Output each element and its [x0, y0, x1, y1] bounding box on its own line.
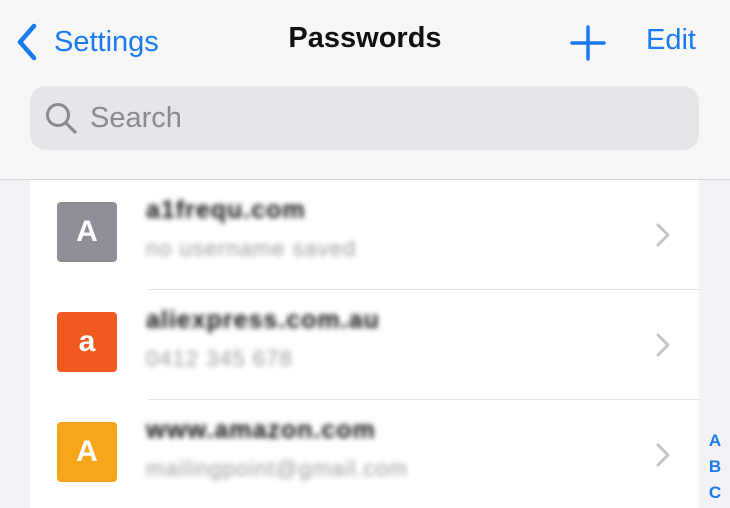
site-icon-letter: A	[76, 435, 98, 468]
site-icon-letter: A	[76, 215, 98, 248]
search-icon	[46, 103, 77, 134]
search-bar[interactable]	[30, 86, 699, 150]
chevron-right-icon	[656, 223, 670, 247]
index-letter-a[interactable]: A	[709, 428, 721, 454]
edit-button[interactable]: Edit	[646, 24, 696, 57]
nav-bar: Settings Passwords Edit	[0, 0, 730, 180]
search-input[interactable]	[88, 100, 672, 136]
chevron-right-icon	[656, 443, 670, 467]
add-password-icon[interactable]	[569, 24, 607, 62]
site-name: aliexpress.com.au	[146, 306, 380, 334]
site-name: www.amazon.com	[146, 416, 376, 444]
index-letter-c[interactable]: C	[709, 480, 721, 506]
index-letter-b[interactable]: B	[709, 454, 721, 480]
password-list: A a1frequ.com no username saved a aliexp…	[30, 180, 699, 508]
list-item[interactable]: A www.amazon.com mailingpoint@gmail.com	[30, 400, 699, 508]
section-index[interactable]: A B C	[700, 428, 730, 506]
site-icon: A	[57, 202, 117, 262]
page-title: Passwords	[288, 22, 442, 54]
list-item[interactable]: A a1frequ.com no username saved	[30, 180, 699, 290]
site-icon-letter: a	[78, 325, 96, 358]
site-icon: A	[57, 422, 117, 482]
chevron-right-icon	[656, 333, 670, 357]
list-item[interactable]: a aliexpress.com.au 0412 345 678	[30, 290, 699, 400]
site-username: 0412 345 678	[146, 346, 293, 371]
site-username: no username saved	[146, 236, 357, 261]
site-name: a1frequ.com	[146, 196, 306, 224]
site-icon: a	[57, 312, 117, 372]
site-username: mailingpoint@gmail.com	[146, 456, 408, 481]
